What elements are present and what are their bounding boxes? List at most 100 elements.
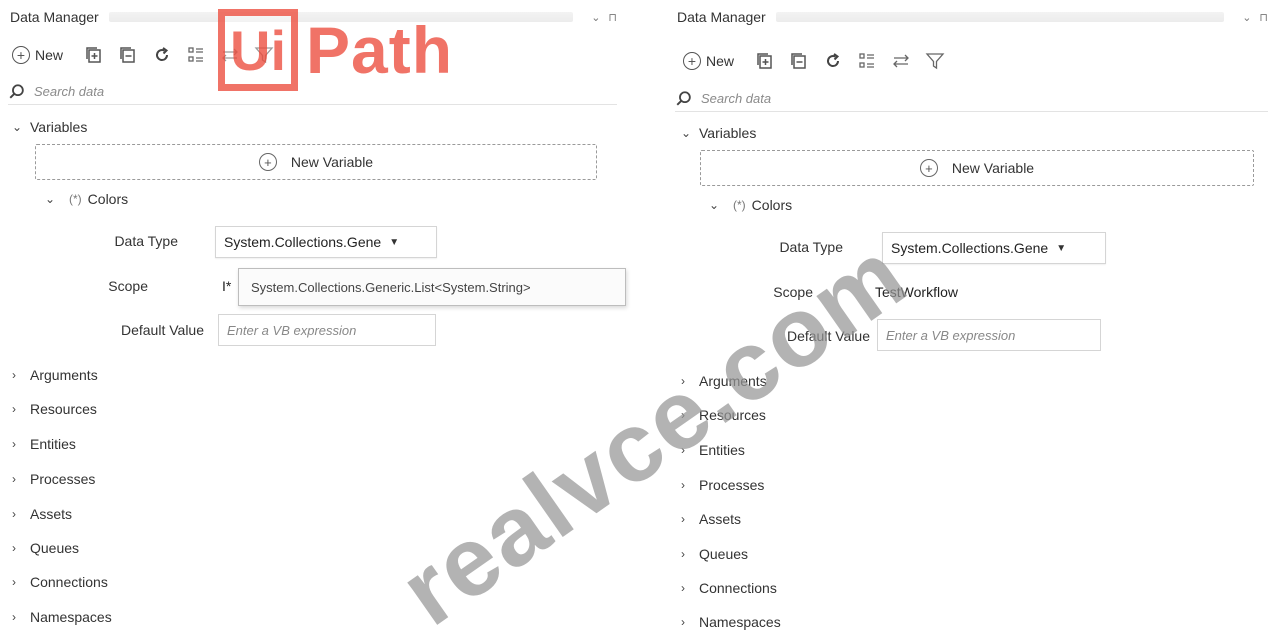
titlebar-fill bbox=[775, 12, 1225, 22]
new-variable-button[interactable]: + New Variable bbox=[35, 144, 597, 180]
chevron-right-icon: › bbox=[681, 615, 685, 629]
add-circle-icon: + bbox=[12, 46, 30, 64]
section-label: Processes bbox=[30, 471, 96, 487]
new-variable-label: New Variable bbox=[290, 154, 374, 170]
search-icon bbox=[9, 83, 24, 99]
data-type-value: System.Collections.Gene bbox=[224, 234, 382, 250]
section-label: Resources bbox=[699, 407, 766, 423]
new-variable-label: New Variable bbox=[951, 160, 1035, 176]
section-label: Arguments bbox=[699, 373, 767, 389]
section-label: Queues bbox=[699, 546, 749, 562]
add-circle-icon: + bbox=[683, 52, 701, 70]
chevron-right-icon: › bbox=[12, 402, 16, 416]
refresh-button[interactable] bbox=[816, 48, 850, 74]
section-connections[interactable]: › Connections bbox=[12, 570, 108, 594]
add-circle-icon: + bbox=[258, 153, 277, 171]
section-assets[interactable]: › Assets bbox=[681, 507, 741, 531]
sort-icon bbox=[893, 54, 909, 68]
logo-box: Ui bbox=[218, 9, 298, 91]
data-type-select[interactable]: System.Collections.Gene ▼ bbox=[882, 232, 1106, 264]
expand-all-button[interactable] bbox=[748, 48, 782, 74]
list-view-icon bbox=[859, 53, 875, 68]
collapse-all-button[interactable] bbox=[782, 48, 816, 74]
default-value-label: Default Value bbox=[120, 322, 204, 338]
dropdown-icon[interactable]: ⌄ bbox=[1242, 11, 1251, 24]
tooltip-text: System.Collections.Generic.List<System.S… bbox=[251, 279, 531, 295]
chevron-down-icon: ⌄ bbox=[709, 198, 720, 212]
collapse-all-button[interactable] bbox=[111, 42, 145, 68]
new-button-label: New bbox=[35, 47, 64, 63]
pin-icon[interactable]: ⊓ bbox=[1259, 11, 1268, 24]
section-label: Assets bbox=[30, 506, 73, 522]
chevron-right-icon: › bbox=[12, 437, 16, 451]
default-value-input[interactable]: Enter a VB expression bbox=[877, 319, 1101, 351]
collection-marker: (*) bbox=[733, 198, 746, 212]
section-resources[interactable]: › Resources bbox=[681, 403, 766, 427]
data-type-value: System.Collections.Gene bbox=[891, 240, 1049, 256]
toolbar: + New bbox=[683, 46, 952, 76]
uipath-watermark-logo: Ui Path bbox=[218, 9, 453, 91]
dropdown-icon[interactable]: ⌄ bbox=[591, 11, 600, 24]
section-namespaces[interactable]: › Namespaces bbox=[681, 610, 781, 632]
data-type-tooltip: System.Collections.Generic.List<System.S… bbox=[238, 268, 626, 306]
collapse-all-icon bbox=[791, 53, 806, 69]
search-bar bbox=[675, 86, 1268, 112]
section-label: Connections bbox=[699, 580, 777, 596]
refresh-button[interactable] bbox=[145, 42, 179, 68]
chevron-right-icon: › bbox=[12, 472, 16, 486]
default-value-input[interactable]: Enter a VB expression bbox=[218, 314, 436, 346]
section-arguments[interactable]: › Arguments bbox=[681, 369, 767, 393]
variables-section[interactable]: ⌄ Variables bbox=[12, 115, 87, 139]
section-label: Namespaces bbox=[699, 614, 781, 630]
chevron-right-icon: › bbox=[12, 368, 16, 382]
expand-all-button[interactable] bbox=[77, 42, 111, 68]
sort-button[interactable] bbox=[884, 48, 918, 74]
section-entities[interactable]: › Entities bbox=[681, 438, 745, 462]
section-arguments[interactable]: › Arguments bbox=[12, 363, 98, 387]
section-queues[interactable]: › Queues bbox=[681, 542, 748, 566]
list-view-button[interactable] bbox=[850, 48, 884, 74]
collection-marker: (*) bbox=[69, 192, 82, 206]
list-view-button[interactable] bbox=[179, 42, 213, 68]
scope-label: Scope bbox=[108, 278, 148, 294]
section-namespaces[interactable]: › Namespaces bbox=[12, 605, 112, 629]
section-processes[interactable]: › Processes bbox=[12, 467, 95, 491]
section-label: Namespaces bbox=[30, 609, 112, 625]
variable-colors-row[interactable]: ⌄ (*) Colors bbox=[45, 188, 128, 210]
data-manager-panel-left: Data Manager ⌄ ⊓ + New ⌄ bbox=[0, 0, 626, 632]
pin-icon[interactable]: ⊓ bbox=[608, 11, 617, 24]
caret-down-icon: ▼ bbox=[389, 236, 400, 248]
search-input[interactable] bbox=[701, 91, 1001, 106]
section-connections[interactable]: › Connections bbox=[681, 576, 777, 600]
chevron-right-icon: › bbox=[12, 610, 16, 624]
scope-value: TestWorkflow bbox=[875, 284, 958, 300]
section-processes[interactable]: › Processes bbox=[681, 473, 764, 497]
panel-title: Data Manager bbox=[10, 9, 99, 25]
chevron-right-icon: › bbox=[12, 507, 16, 521]
section-assets[interactable]: › Assets bbox=[12, 502, 72, 526]
data-type-select[interactable]: System.Collections.Gene ▼ bbox=[215, 226, 437, 258]
section-label: Processes bbox=[699, 477, 765, 493]
variable-colors-row[interactable]: ⌄ (*) Colors bbox=[709, 194, 792, 216]
collapse-all-icon bbox=[120, 47, 135, 63]
variables-section[interactable]: ⌄ Variables bbox=[681, 121, 756, 145]
refresh-icon bbox=[827, 53, 840, 67]
variable-name: Colors bbox=[751, 197, 793, 213]
new-button[interactable]: + New bbox=[683, 52, 734, 70]
filter-button[interactable] bbox=[918, 48, 952, 74]
data-type-label: Data Type bbox=[114, 233, 178, 249]
chevron-right-icon: › bbox=[681, 547, 685, 561]
scope-value: I* bbox=[222, 278, 232, 294]
chevron-right-icon: › bbox=[681, 478, 685, 492]
new-button[interactable]: + New bbox=[12, 46, 63, 64]
new-button-label: New bbox=[706, 53, 735, 69]
section-entities[interactable]: › Entities bbox=[12, 432, 76, 456]
chevron-right-icon: › bbox=[12, 541, 16, 555]
section-queues[interactable]: › Queues bbox=[12, 536, 79, 560]
chevron-right-icon: › bbox=[681, 581, 685, 595]
filter-icon bbox=[925, 53, 945, 70]
refresh-icon bbox=[156, 47, 169, 61]
section-resources[interactable]: › Resources bbox=[12, 397, 97, 421]
new-variable-button[interactable]: + New Variable bbox=[700, 150, 1254, 186]
data-type-label: Data Type bbox=[779, 239, 843, 255]
